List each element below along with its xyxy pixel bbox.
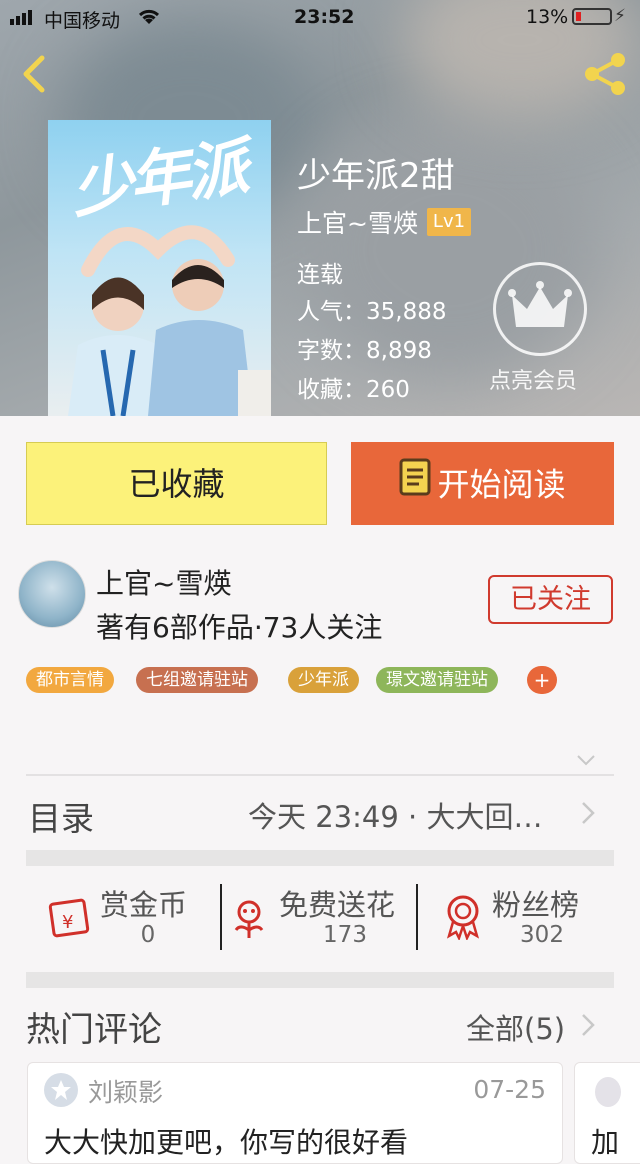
free-flower-label[interactable]: 免费送花 (279, 882, 395, 924)
comment-text-peek: 加 (591, 1126, 620, 1159)
section-separator (26, 972, 614, 988)
share-icon (585, 53, 625, 95)
author-summary: 著有6部作品·73人关注 (96, 611, 383, 644)
fan-ranking-label[interactable]: 粉丝榜 (492, 882, 579, 924)
start-reading-label: 开始阅读 (437, 465, 566, 504)
comment-text: 大大快加更吧，你写的很好看 (44, 1126, 409, 1159)
divider (220, 884, 222, 950)
chevron-right-icon (580, 800, 596, 830)
section-separator (26, 850, 614, 866)
catalog-label[interactable]: 目录 (28, 792, 94, 840)
medal-icon (443, 894, 483, 944)
reward-coins-label[interactable]: 赏金币 (100, 882, 187, 924)
book-cover[interactable]: 少年派 (48, 120, 271, 416)
follow-button[interactable]: 已关注 (488, 575, 613, 624)
author-name[interactable]: 上官~雪煐 (96, 562, 231, 602)
author-avatar[interactable] (18, 560, 86, 628)
vip-badge[interactable] (493, 262, 587, 356)
expand-chevron-icon[interactable] (576, 752, 596, 771)
tag-item[interactable]: 璟文邀请驻站 (376, 667, 498, 693)
tag-item[interactable]: 都市言情 (26, 667, 114, 693)
comment-date: 07-25 (473, 1075, 546, 1104)
fan-ranking-count: 302 (520, 922, 564, 948)
tag-label: 璟文邀请驻站 (386, 670, 488, 690)
book-title: 少年派2甜 (297, 156, 455, 196)
comment-card[interactable]: 刘颖影 07-25 大大快加更吧，你写的很好看 (27, 1062, 563, 1164)
signal-icon (10, 8, 38, 30)
vip-label: 点亮会员 (489, 369, 578, 394)
catalog-latest-chapter[interactable]: 今天 23:49 · 大大回… (248, 794, 542, 836)
commenter-avatar-icon (44, 1073, 78, 1107)
book-status: 连载 (297, 262, 343, 288)
book-popularity: 人气：35,888 (297, 299, 447, 325)
flower-icon (230, 898, 268, 944)
divider (26, 774, 614, 776)
back-button[interactable] (14, 52, 54, 96)
tag-item[interactable]: 少年派 (288, 667, 359, 693)
tag-label: 都市言情 (36, 670, 104, 690)
start-reading-button[interactable]: 开始阅读 (351, 442, 614, 525)
crown-icon (508, 281, 572, 327)
tag-label: 少年派 (298, 670, 349, 690)
svg-text:¥: ¥ (62, 912, 73, 933)
all-comments-link[interactable]: 全部(5) (466, 1006, 565, 1048)
reward-coins-count: 0 (140, 922, 156, 948)
free-flower-count: 173 (323, 922, 367, 948)
clock-text: 23:52 (294, 6, 355, 28)
share-button[interactable] (580, 50, 630, 98)
red-envelope-icon: ¥ (48, 896, 92, 944)
cover-figures (68, 225, 271, 416)
commenter-name: 刘颖影 (88, 1078, 164, 1107)
wifi-icon (136, 6, 162, 30)
favorited-button[interactable]: 已收藏 (26, 442, 327, 525)
book-word-count: 字数：8,898 (297, 338, 432, 364)
comment-card-next[interactable]: 加 (574, 1062, 640, 1164)
add-tag-button[interactable]: + (527, 666, 557, 694)
tag-label: 七组邀请驻站 (146, 670, 248, 690)
book-icon (399, 444, 431, 527)
battery-icon (572, 8, 612, 25)
level-badge: Lv1 (427, 208, 471, 236)
chevron-right-icon (580, 1012, 596, 1042)
book-favorites: 收藏：260 (297, 377, 410, 403)
battery-percent: 13% (526, 6, 569, 28)
commenter-avatar-icon (595, 1077, 621, 1107)
book-author[interactable]: 上官~雪煐 (297, 204, 418, 240)
chevron-left-icon (23, 55, 45, 93)
hot-comments-heading: 热门评论 (26, 1010, 162, 1050)
carrier-text: 中国移动 (44, 10, 121, 32)
charging-icon: ⚡ (614, 6, 626, 26)
divider (416, 884, 418, 950)
tag-item[interactable]: 七组邀请驻站 (136, 667, 258, 693)
